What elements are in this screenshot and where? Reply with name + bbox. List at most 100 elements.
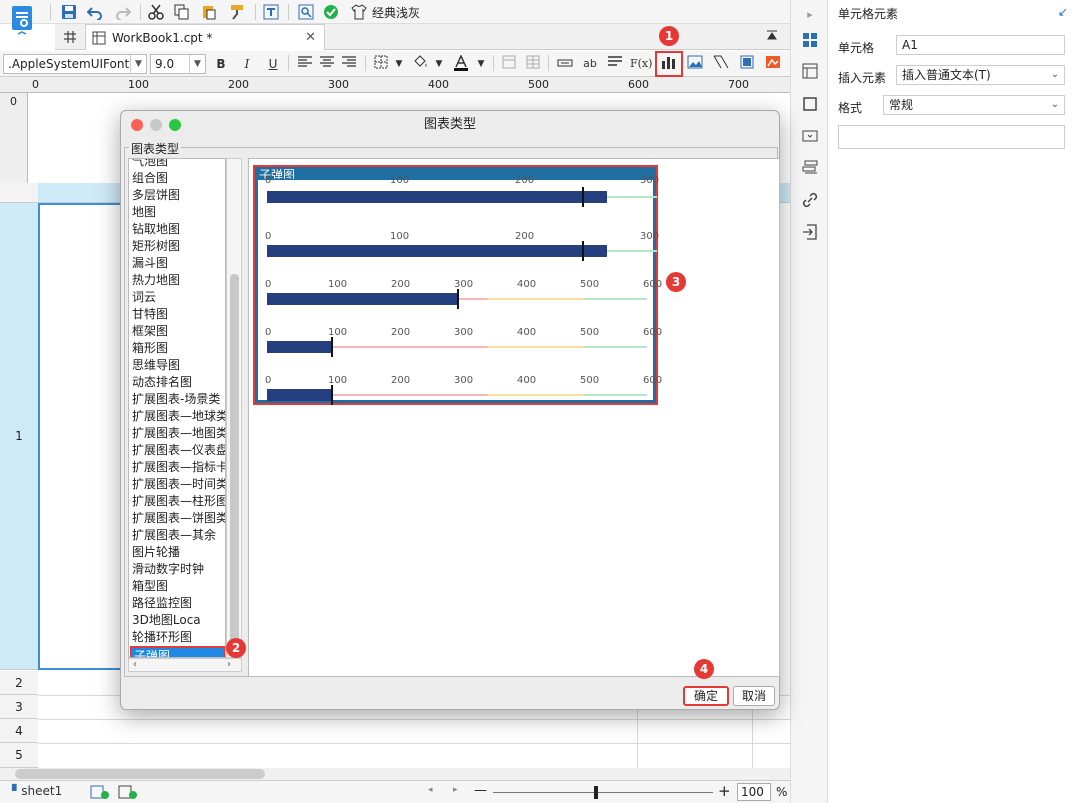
insert-text-icon[interactable]: [556, 55, 574, 73]
expand-arrow-icon[interactable]: ↙: [1058, 5, 1068, 19]
insert-slash-icon[interactable]: [712, 55, 730, 73]
chart-type-item[interactable]: 轮播环形图: [132, 629, 192, 646]
chart-type-item[interactable]: 扩展图表—柱形图: [132, 493, 225, 510]
chart-type-list[interactable]: 气泡图 组合图 多层饼图 地图 钻取地图 矩形树图 漏斗图 热力地图 词云 甘特图 框架图 箱形图 思维…: [128, 158, 226, 658]
hyperlink-icon[interactable]: [801, 192, 819, 210]
redo-icon[interactable]: [114, 3, 132, 21]
horizontal-scrollbar[interactable]: [0, 768, 790, 780]
chart-type-item[interactable]: 思维导图: [132, 357, 180, 374]
row-header-1[interactable]: 1: [0, 203, 38, 670]
chart-type-item[interactable]: 滑动数字时钟: [132, 561, 204, 578]
preview-search-icon[interactable]: [297, 3, 315, 21]
chart-type-item[interactable]: 扩展图表—饼图类: [132, 510, 225, 527]
split-cells-icon[interactable]: [524, 55, 542, 73]
widget-icon[interactable]: [801, 128, 819, 146]
cell-attribute-icon[interactable]: [801, 63, 819, 81]
insert-formula-button[interactable]: F(x): [630, 55, 652, 73]
merge-cells-icon[interactable]: [500, 55, 518, 73]
chart-type-item[interactable]: 图片轮播: [132, 544, 180, 561]
chart-type-item[interactable]: 箱型图: [132, 578, 168, 595]
cell-input[interactable]: A1: [896, 35, 1065, 55]
bold-button[interactable]: B: [212, 55, 230, 73]
ok-button[interactable]: 确定: [683, 686, 729, 706]
chart-list-scrollbar[interactable]: [226, 158, 242, 658]
chart-type-item[interactable]: 扩展图表—时间类: [132, 476, 225, 493]
chart-type-item[interactable]: 扩展图表-场景类: [132, 391, 220, 408]
chart-type-item[interactable]: 多层饼图: [132, 187, 180, 204]
format-painter-icon[interactable]: [228, 3, 246, 21]
chart-type-item[interactable]: 框架图: [132, 323, 168, 340]
cell-element-icon[interactable]: [801, 32, 819, 50]
tab-workbook1[interactable]: WorkBook1.cpt * ✕: [85, 24, 325, 50]
add-sheet-icon[interactable]: [90, 785, 110, 802]
chart-type-item[interactable]: 热力地图: [132, 272, 180, 289]
insert-lines-icon[interactable]: [606, 55, 624, 73]
save-icon[interactable]: [60, 3, 78, 21]
scroll-right-icon[interactable]: ›: [227, 659, 231, 670]
row-header-corner[interactable]: [0, 183, 38, 203]
font-color-icon[interactable]: [452, 54, 470, 73]
zoom-out-button[interactable]: —: [474, 783, 487, 798]
theme-shirt-icon[interactable]: [350, 3, 368, 21]
insert-image-icon[interactable]: [686, 55, 704, 73]
template-icon[interactable]: [262, 3, 280, 21]
pin-toolbar-icon[interactable]: [765, 29, 779, 46]
chevron-down-icon[interactable]: ▼: [390, 55, 408, 73]
app-logo-icon[interactable]: [10, 4, 36, 36]
undo-icon[interactable]: [86, 3, 104, 21]
sheet-tab[interactable]: ▘sheet1: [12, 784, 62, 798]
format-detail-field[interactable]: [838, 125, 1065, 149]
chart-type-item[interactable]: 动态排名图: [132, 374, 192, 391]
chart-type-item[interactable]: 气泡图: [132, 159, 168, 170]
row-header-3[interactable]: 3: [0, 695, 38, 719]
chart-type-item[interactable]: 箱形图: [132, 340, 168, 357]
chart-type-item[interactable]: 组合图: [132, 170, 168, 187]
chart-type-item[interactable]: 词云: [132, 289, 156, 306]
paste-icon[interactable]: [200, 3, 218, 21]
zoom-slider-handle[interactable]: [594, 786, 598, 799]
import-icon[interactable]: [801, 224, 819, 242]
cancel-button[interactable]: 取消: [733, 686, 775, 706]
align-right-icon[interactable]: [340, 55, 358, 73]
underline-button[interactable]: U: [264, 55, 282, 73]
cut-icon[interactable]: [147, 3, 165, 21]
border-icon[interactable]: [372, 55, 390, 73]
insert-hot-icon[interactable]: [764, 55, 782, 73]
bullet-chart-preview[interactable]: 子弹图 0 100 200 300 0 100 200 300 0 100 200 300 400 500…: [253, 165, 662, 405]
zoom-input[interactable]: 100: [737, 783, 771, 801]
chart-type-item[interactable]: 扩展图表—指标卡: [132, 459, 225, 476]
list-hscrollbar[interactable]: ‹ ›: [128, 658, 242, 672]
scroll-left-icon[interactable]: ‹: [133, 659, 137, 670]
frame-icon[interactable]: [801, 96, 819, 114]
chart-type-item[interactable]: 漏斗图: [132, 255, 168, 272]
align-center-icon[interactable]: [318, 55, 336, 73]
format-select[interactable]: 常规 ⌄: [883, 95, 1065, 115]
zoom-in-button[interactable]: +: [718, 782, 731, 800]
condition-icon[interactable]: [801, 160, 819, 178]
chart-type-item[interactable]: 扩展图表—地球类: [132, 408, 225, 425]
chart-type-item[interactable]: 路径监控图: [132, 595, 192, 612]
zoom-slider[interactable]: [493, 792, 713, 793]
grid-icon[interactable]: [61, 28, 79, 46]
chart-type-item[interactable]: 扩展图表—其余: [132, 527, 216, 544]
row-header-4[interactable]: 4: [0, 719, 38, 743]
chart-type-item[interactable]: 3D地图Loca: [132, 612, 201, 629]
insert-element-select[interactable]: 插入普通文本(T) ⌄: [896, 65, 1065, 85]
add-report-sheet-icon[interactable]: [118, 785, 138, 802]
align-left-icon[interactable]: [296, 55, 314, 73]
close-tab-icon[interactable]: ✕: [305, 30, 316, 45]
italic-button[interactable]: I: [238, 55, 256, 73]
copy-icon[interactable]: [173, 3, 191, 21]
chart-type-item[interactable]: 甘特图: [132, 306, 168, 323]
chart-type-item[interactable]: 子弹图: [130, 646, 225, 657]
chart-type-item[interactable]: 扩展图表—仪表盘: [132, 442, 225, 459]
font-size-select[interactable]: 9.0 ▼: [150, 54, 206, 74]
insert-subreport-icon[interactable]: [738, 55, 756, 73]
chart-type-item[interactable]: 钻取地图: [132, 221, 180, 238]
theme-label[interactable]: 经典浅灰: [372, 4, 420, 21]
font-family-select[interactable]: .AppleSystemUIFont ▼: [3, 54, 147, 74]
fill-color-icon[interactable]: [412, 55, 430, 73]
row-header-5[interactable]: 5: [0, 743, 38, 768]
chart-type-item[interactable]: 地图: [132, 204, 156, 221]
chevron-down-icon[interactable]: ▼: [430, 55, 448, 73]
